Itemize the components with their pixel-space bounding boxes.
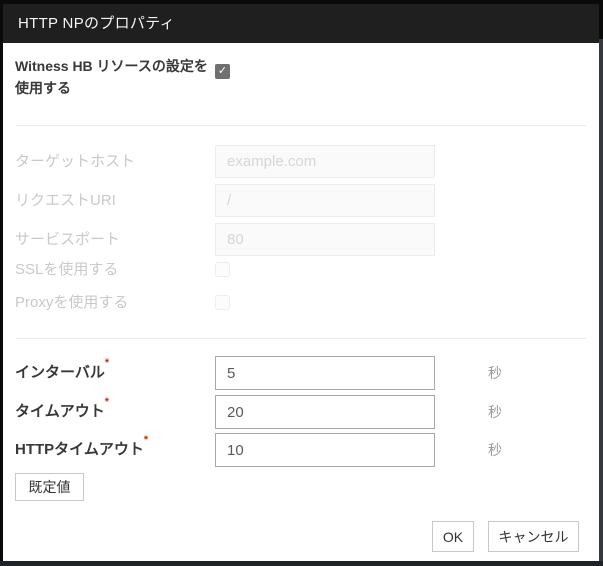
use-proxy-checkbox (215, 295, 230, 310)
http-timeout-label: HTTPタイムアウト* (15, 433, 148, 467)
http-timeout-input[interactable] (215, 433, 435, 467)
cancel-button[interactable]: キャンセル (488, 521, 579, 552)
interval-unit: 秒 (488, 356, 502, 390)
ok-button[interactable]: OK (432, 521, 474, 552)
interval-label: インターバル* (15, 356, 109, 390)
service-port-label: サービスポート (15, 223, 120, 256)
witness-hb-checkbox[interactable]: ✓ (215, 64, 230, 79)
divider-top (16, 125, 586, 126)
target-host-label: ターゲットホスト (15, 145, 135, 178)
required-asterisk: * (105, 357, 109, 369)
target-host-input (215, 145, 435, 178)
backdrop-right-edge (599, 39, 603, 566)
default-values-button[interactable]: 既定値 (15, 473, 84, 501)
http-np-properties-dialog: HTTP NPのプロパティ Witness HB リソースの設定を使用する ✓ … (3, 4, 599, 561)
timeout-label: タイムアウト* (15, 395, 109, 429)
dialog-titlebar: HTTP NPのプロパティ (3, 4, 599, 43)
request-uri-label: リクエストURI (15, 184, 116, 217)
required-asterisk: * (144, 434, 148, 446)
witness-hb-label: Witness HB リソースの設定を使用する (15, 55, 210, 99)
check-icon: ✓ (218, 65, 227, 77)
request-uri-input (215, 184, 435, 217)
interval-input[interactable] (215, 356, 435, 390)
dialog-title: HTTP NPのプロパティ (18, 15, 175, 32)
divider-middle (16, 338, 586, 339)
backdrop-bottom-edge (0, 561, 603, 566)
timeout-unit: 秒 (488, 395, 502, 429)
timeout-input[interactable] (215, 395, 435, 429)
required-asterisk: * (105, 396, 109, 408)
use-proxy-label: Proxyを使用する (15, 288, 128, 318)
service-port-input (215, 223, 435, 256)
http-timeout-unit: 秒 (488, 433, 502, 467)
use-ssl-label: SSLを使用する (15, 255, 118, 285)
use-ssl-checkbox (215, 262, 230, 277)
